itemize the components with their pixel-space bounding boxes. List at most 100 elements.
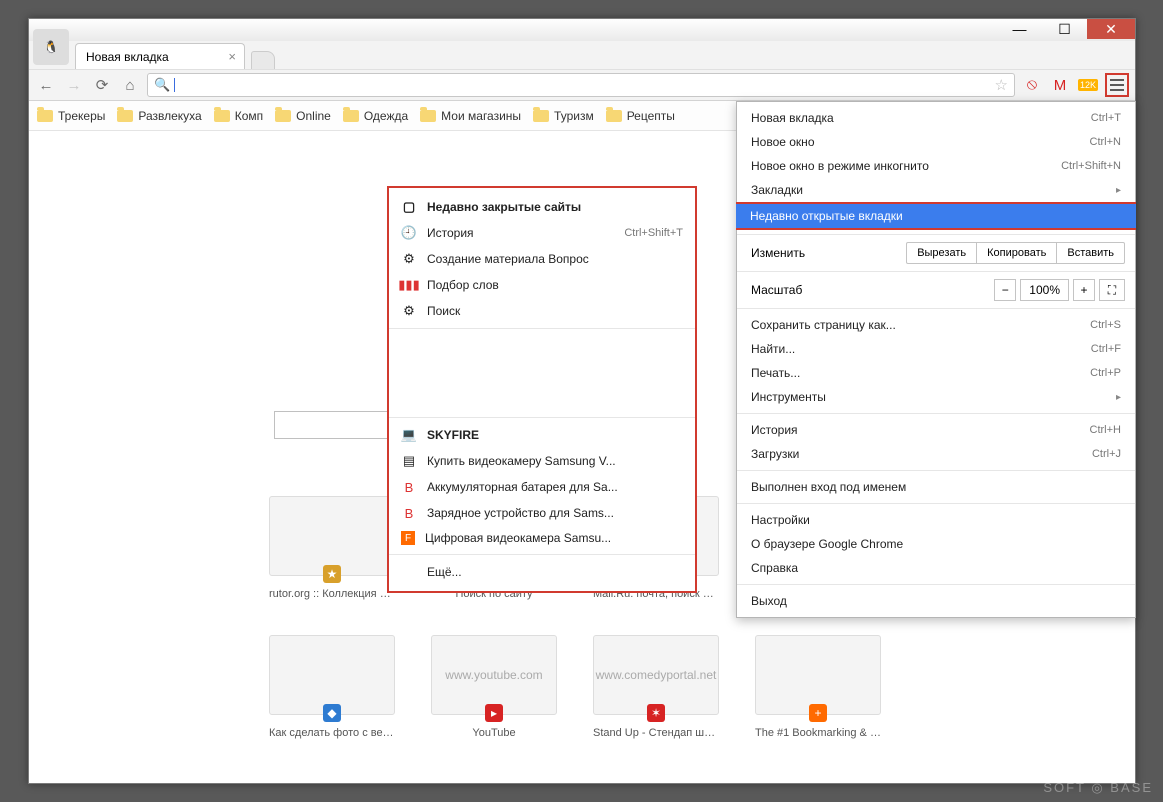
zoom-out-button[interactable]: − — [994, 279, 1016, 301]
bookmark-folder[interactable]: Online — [275, 109, 331, 123]
menu-item-signed-in[interactable]: Выполнен вход под именем — [737, 475, 1135, 499]
copy-button[interactable]: Копировать — [976, 243, 1056, 263]
submenu-item[interactable]: ▤Купить видеокамеру Samsung V... — [389, 448, 695, 474]
submenu-item[interactable]: ⚙Поиск — [389, 298, 695, 324]
browser-window: — ☐ ✕ 🐧 Новая вкладка × ← → ⟳ ⌂ 🔍 ☆ ⦸ M … — [28, 18, 1136, 784]
tab-strip: 🐧 Новая вкладка × — [29, 41, 1135, 69]
window-icon: ▢ — [401, 199, 417, 215]
menu-item-save-as[interactable]: Сохранить страницу как...Ctrl+S — [737, 313, 1135, 337]
watermark: SOFT ◎ BASE — [1043, 780, 1153, 796]
submenu-header-closed-sites: ▢Недавно закрытые сайты — [389, 194, 695, 220]
zoom-in-button[interactable]: + — [1073, 279, 1095, 301]
bookmark-folder[interactable]: Рецепты — [606, 109, 675, 123]
bookmark-folder[interactable]: Мои магазины — [420, 109, 521, 123]
most-visited-tile[interactable]: +The #1 Bookmarking & Sh... — [755, 635, 881, 739]
bookmark-folder[interactable]: Трекеры — [37, 109, 105, 123]
submenu-item-more[interactable]: Ещё... — [389, 559, 695, 585]
submenu-item[interactable]: BЗарядное устройство для Sams... — [389, 500, 695, 526]
menu-item-print[interactable]: Печать...Ctrl+P — [737, 361, 1135, 385]
bookmark-folder[interactable]: Комп — [214, 109, 263, 123]
extension-coolnovo-icon[interactable]: 12K — [1077, 74, 1099, 96]
back-button[interactable]: ← — [35, 74, 57, 96]
menu-item-bookmarks[interactable]: Закладки — [737, 178, 1135, 202]
most-visited-tile[interactable]: ◆Как сделать фото с веб ... — [269, 635, 395, 739]
maximize-button[interactable]: ☐ — [1042, 19, 1087, 39]
submenu-item[interactable]: ⚙Создание материала Вопрос — [389, 246, 695, 272]
folder-icon — [214, 110, 230, 122]
folder-icon — [117, 110, 133, 122]
search-icon: 🔍 — [154, 77, 170, 93]
reload-button[interactable]: ⟳ — [91, 74, 113, 96]
favicon-badge: ◆ — [323, 704, 341, 722]
toolbar: ← → ⟳ ⌂ 🔍 ☆ ⦸ M 12K — [29, 69, 1135, 101]
paste-button[interactable]: Вставить — [1056, 243, 1124, 263]
page-icon: ▤ — [401, 453, 417, 469]
folder-icon — [533, 110, 549, 122]
app-icon: 🐧 — [33, 29, 69, 65]
most-visited-tile[interactable]: www.comedyportal.net✶Stand Up - Стендап … — [593, 635, 719, 739]
text-caret — [174, 78, 175, 92]
submenu-item[interactable]: ▮▮▮Подбор слов — [389, 272, 695, 298]
fullscreen-button[interactable]: ⛶ — [1099, 279, 1125, 301]
folder-icon — [275, 110, 291, 122]
zoom-value: 100% — [1020, 279, 1069, 301]
bookmark-star-icon[interactable]: ☆ — [995, 76, 1008, 94]
edit-button-group: Вырезать Копировать Вставить — [906, 242, 1125, 264]
bars-icon: ▮▮▮ — [401, 277, 417, 293]
menu-zoom-row: Масштаб − 100% + ⛶ — [737, 276, 1135, 304]
minimize-button[interactable]: — — [997, 19, 1042, 39]
recent-tabs-submenu: ▢Недавно закрытые сайты 🕘ИсторияCtrl+Shi… — [387, 186, 697, 593]
page-icon: F — [401, 531, 415, 545]
bookmark-folder[interactable]: Туризм — [533, 109, 594, 123]
gear-icon: ⚙ — [401, 303, 417, 319]
cut-button[interactable]: Вырезать — [907, 243, 976, 263]
titlebar: — ☐ ✕ — [29, 19, 1135, 41]
menu-item-tools[interactable]: Инструменты — [737, 385, 1135, 409]
extension-adblock-icon[interactable]: ⦸ — [1021, 74, 1043, 96]
submenu-item[interactable]: FЦифровая видеокамера Samsu... — [389, 526, 695, 550]
menu-item-history[interactable]: ИсторияCtrl+H — [737, 418, 1135, 442]
address-bar[interactable]: 🔍 ☆ — [147, 73, 1015, 97]
page-icon: B — [401, 479, 417, 495]
folder-icon — [37, 110, 53, 122]
extension-gmail-icon[interactable]: M — [1049, 74, 1071, 96]
menu-item-downloads[interactable]: ЗагрузкиCtrl+J — [737, 442, 1135, 466]
most-visited-row: ◆Как сделать фото с веб ... www.youtube.… — [269, 635, 881, 739]
favicon-badge: ★ — [323, 565, 341, 583]
most-visited-tile[interactable]: www.youtube.com▸YouTube — [431, 635, 557, 739]
close-button[interactable]: ✕ — [1087, 19, 1135, 39]
folder-icon — [606, 110, 622, 122]
menu-item-about[interactable]: О браузере Google Chrome — [737, 532, 1135, 556]
menu-item-new-tab[interactable]: Новая вкладкаCtrl+T — [737, 106, 1135, 130]
menu-item-new-window[interactable]: Новое окноCtrl+N — [737, 130, 1135, 154]
favicon-badge: + — [809, 704, 827, 722]
tab-active[interactable]: Новая вкладка × — [75, 43, 245, 69]
menu-item-find[interactable]: Найти...Ctrl+F — [737, 337, 1135, 361]
menu-item-incognito[interactable]: Новое окно в режиме инкогнитоCtrl+Shift+… — [737, 154, 1135, 178]
home-button[interactable]: ⌂ — [119, 74, 141, 96]
menu-edit-row: Изменить Вырезать Копировать Вставить — [737, 239, 1135, 267]
new-tab-button[interactable] — [251, 51, 275, 69]
tab-title: Новая вкладка — [86, 50, 169, 64]
forward-button[interactable]: → — [63, 74, 85, 96]
main-menu-button[interactable] — [1105, 73, 1129, 97]
submenu-item[interactable]: BАккумуляторная батарея для Sa... — [389, 474, 695, 500]
bookmark-folder[interactable]: Развлекуха — [117, 109, 201, 123]
hamburger-icon — [1110, 79, 1124, 91]
clock-icon: 🕘 — [401, 225, 417, 241]
submenu-item-history[interactable]: 🕘ИсторияCtrl+Shift+T — [389, 220, 695, 246]
menu-item-help[interactable]: Справка — [737, 556, 1135, 580]
submenu-device-header: 💻SKYFIRE — [389, 422, 695, 448]
tab-close-icon[interactable]: × — [228, 49, 236, 64]
folder-icon — [343, 110, 359, 122]
gear-icon: ⚙ — [401, 251, 417, 267]
favicon-badge: ▸ — [485, 704, 503, 722]
menu-item-exit[interactable]: Выход — [737, 589, 1135, 613]
menu-item-settings[interactable]: Настройки — [737, 508, 1135, 532]
main-menu: Новая вкладкаCtrl+T Новое окноCtrl+N Нов… — [736, 101, 1136, 618]
favicon-badge: ✶ — [647, 704, 665, 722]
laptop-icon: 💻 — [401, 427, 417, 443]
menu-item-recent-tabs[interactable]: Недавно открытые вкладки — [736, 202, 1136, 230]
bookmark-folder[interactable]: Одежда — [343, 109, 408, 123]
most-visited-tile[interactable]: ★rutor.org :: Коллекция то... — [269, 496, 395, 600]
